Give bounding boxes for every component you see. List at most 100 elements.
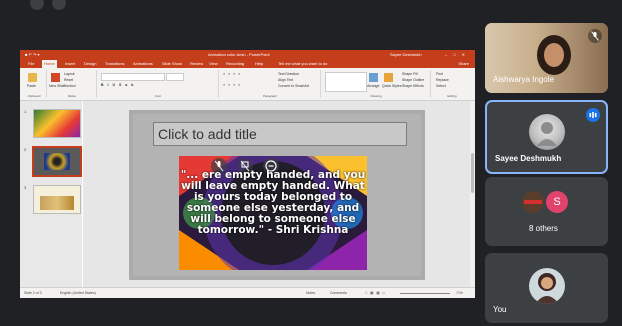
document-title: Animation color Ansh - PowerPoint: [208, 52, 270, 57]
group-label: Drawing: [370, 94, 382, 98]
slide-thumbnail-3[interactable]: [33, 185, 81, 214]
share-button[interactable]: Share: [458, 60, 469, 68]
others-count: 8 others: [529, 224, 558, 233]
align-buttons[interactable]: ≡≡≡≡: [223, 83, 243, 87]
participant-avatar: [529, 114, 565, 150]
group-label: Editing: [447, 94, 457, 98]
slide-number: 1: [24, 109, 27, 114]
slide-thumbnail-2[interactable]: [32, 146, 82, 177]
participant-avatar: [529, 268, 565, 304]
slide-thumbnail-1[interactable]: [33, 109, 81, 138]
quote-image[interactable]: "... ere empty handed, and you will leav…: [179, 156, 367, 270]
mic-off-icon: [588, 29, 602, 43]
comments-button[interactable]: Comments: [330, 291, 347, 295]
tab-view[interactable]: View: [207, 60, 220, 68]
ppt-title-bar: ■ ↶ ↷ ▾ Animation color Ansh - PowerPoin…: [20, 50, 475, 59]
quick-styles-button[interactable]: Quick Styles: [382, 84, 401, 88]
zoom-slider[interactable]: [400, 293, 450, 294]
zoom-level[interactable]: 71%: [456, 291, 463, 295]
group-label: Font: [154, 94, 161, 98]
font-name-box[interactable]: [101, 73, 165, 81]
quick-access-toolbar[interactable]: ■ ↶ ↷ ▾: [25, 50, 39, 59]
group-drawing: Arrange Quick Styles Shape Fill Shape Ou…: [322, 70, 431, 98]
participant-avatar: [522, 191, 544, 213]
participant-tile-sayee[interactable]: Sayee Deshmukh: [485, 100, 608, 174]
window-buttons[interactable]: –□✕: [445, 50, 471, 59]
window-control-icon[interactable]: [30, 0, 44, 10]
tab-transitions[interactable]: Transitions: [103, 60, 126, 68]
tab-review[interactable]: Review: [188, 60, 205, 68]
tab-slide-show[interactable]: Slide Show: [160, 60, 184, 68]
group-editing: Find Replace Select Editing: [432, 70, 472, 98]
find-button[interactable]: Find: [436, 72, 443, 76]
shape-fill-button[interactable]: Shape Fill: [402, 72, 418, 76]
signed-in-user[interactable]: Sayee Deshmukh: [390, 50, 422, 59]
font-size-box[interactable]: [166, 73, 184, 81]
participant-tile-others[interactable]: S 8 others: [485, 177, 608, 246]
participant-avatar: S: [546, 191, 568, 213]
quote-text: "... ere empty handed, and you will leav…: [180, 169, 366, 236]
group-label: Clipboard: [27, 94, 41, 98]
slide-editing-area: Click to add title "... ere empty handed…: [83, 101, 475, 287]
section-button[interactable]: Section: [64, 84, 76, 88]
slide-counter: Slide 2 of 3: [24, 291, 42, 295]
title-placeholder[interactable]: Click to add title: [153, 122, 407, 146]
participant-tile-you[interactable]: You: [485, 253, 608, 323]
current-slide[interactable]: Click to add title "... ere empty handed…: [129, 110, 425, 280]
notes-button[interactable]: Notes: [306, 291, 315, 295]
shape-outline-button[interactable]: Shape Outline: [402, 78, 424, 82]
group-label: Slides: [67, 94, 77, 98]
ribbon-tabs: File Home Insert Design Transitions Anim…: [20, 59, 475, 68]
shape-effects-button[interactable]: Shape Effects: [402, 84, 424, 88]
group-paragraph: ≡≡≡≡ Text Direction Align Text Convert t…: [220, 70, 321, 98]
tab-recording[interactable]: Recording: [224, 60, 246, 68]
group-slides: New Slide Layout Reset Section Slides: [48, 70, 97, 98]
slide-number: 2: [24, 147, 27, 152]
new-slide-button[interactable]: New Slide: [49, 84, 65, 88]
select-button[interactable]: Select: [436, 84, 446, 88]
tell-me-search[interactable]: Tell me what you want to do: [278, 60, 327, 68]
arrange-icon[interactable]: [369, 73, 378, 82]
list-buttons[interactable]: ≡≡≡≡: [223, 72, 243, 76]
scrollbar-thumb[interactable]: [471, 153, 474, 193]
slide-number: 3: [24, 185, 27, 190]
vertical-scrollbar[interactable]: [470, 101, 475, 287]
tab-design[interactable]: Design: [82, 60, 98, 68]
ribbon: Paste Clipboard New Slide Layout Reset S…: [20, 68, 475, 101]
group-label: Paragraph: [262, 94, 277, 98]
quick-styles-icon[interactable]: [384, 73, 393, 82]
layout-button[interactable]: Layout: [64, 72, 75, 76]
tab-animations[interactable]: Animations: [131, 60, 155, 68]
text-direction-button[interactable]: Text Direction: [278, 72, 299, 76]
arrange-button[interactable]: Arrange: [367, 84, 379, 88]
convert-smartart-button[interactable]: Convert to SmartArt: [278, 84, 309, 88]
language-indicator[interactable]: English (United States): [60, 291, 96, 295]
participant-name: Sayee Deshmukh: [495, 154, 562, 163]
title-placeholder-text: Click to add title: [158, 126, 257, 142]
group-font: BIUSab Font: [98, 70, 219, 98]
replace-button[interactable]: Replace: [436, 78, 449, 82]
tab-insert[interactable]: Insert: [63, 60, 77, 68]
paste-icon[interactable]: [28, 73, 37, 82]
new-slide-icon[interactable]: [51, 73, 60, 82]
align-text-button[interactable]: Align Text: [278, 78, 293, 82]
tab-file[interactable]: File: [26, 60, 36, 68]
tab-help[interactable]: Help: [253, 60, 265, 68]
status-bar: Slide 2 of 3 English (United States) Not…: [20, 287, 475, 298]
participant-face: [544, 43, 564, 67]
thumbnail-image: [40, 196, 74, 210]
participant-tile-aishwarya[interactable]: Aishwarya Ingole: [485, 23, 608, 93]
font-format-buttons[interactable]: BIUSab: [101, 83, 137, 87]
top-strip: [0, 0, 622, 14]
tab-home[interactable]: Home: [42, 60, 57, 68]
shapes-gallery[interactable]: [325, 72, 367, 92]
slide-canvas: Click to add title "... ere empty handed…: [133, 114, 421, 276]
participant-name: Aishwarya Ingole: [493, 75, 554, 84]
reset-button[interactable]: Reset: [64, 78, 73, 82]
shared-screen: ■ ↶ ↷ ▾ Animation color Ansh - PowerPoin…: [20, 50, 475, 298]
window-control-icon[interactable]: [52, 0, 66, 10]
view-buttons[interactable]: □▦▩▷: [365, 291, 388, 295]
paste-button[interactable]: Paste: [27, 84, 36, 88]
participant-name: You: [493, 305, 507, 314]
slide-thumbnails-pane: 1 2 3: [20, 101, 82, 287]
